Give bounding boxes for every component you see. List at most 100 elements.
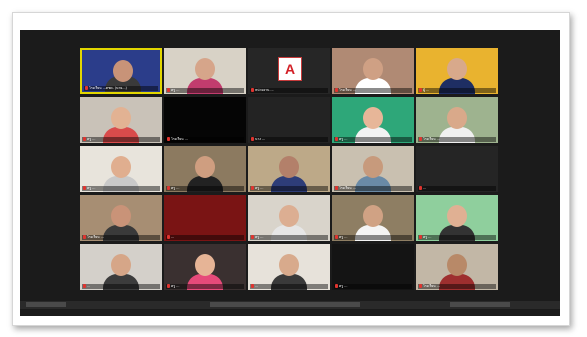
participant-tile[interactable]: โรงเรียน ... <box>332 48 414 94</box>
participant-name-label: ผู้ ... <box>418 88 496 93</box>
participant-name-label: ... <box>82 284 160 289</box>
participant-name: โรงเรียน ... <box>171 137 188 141</box>
participant-tile[interactable]: ครู ... <box>164 146 246 192</box>
gallery-view-grid: โรงเรียน ...ตชด. (นาย...) ครู ... A หน่วยงา… <box>80 48 501 291</box>
organization-logo: A <box>278 57 302 81</box>
participant-video-face <box>279 205 299 227</box>
participant-tile[interactable]: ... <box>416 146 498 192</box>
muted-mic-icon <box>335 284 338 288</box>
participant-video-face <box>111 107 131 129</box>
participant-tile[interactable]: A หน่วยงาน ... <box>248 48 330 94</box>
participant-name: ครู ... <box>339 284 348 288</box>
taskbar <box>20 301 560 309</box>
participant-video-face <box>363 205 383 227</box>
participant-video-face <box>363 107 383 129</box>
participant-name-label: โรงเรียน ... <box>82 235 160 240</box>
participant-tile[interactable]: ... <box>164 195 246 241</box>
participant-name: โรงเรียน ... <box>339 186 356 190</box>
participant-tile[interactable]: ... <box>248 244 330 290</box>
participant-name: นาง ... <box>255 137 266 141</box>
participant-video-face <box>195 254 215 276</box>
participant-video-face <box>111 156 131 178</box>
video-conference-window: โรงเรียน ...ตชด. (นาย...) ครู ... A หน่วยงา… <box>20 30 560 316</box>
participant-name: ครู ... <box>87 186 96 190</box>
participant-tile[interactable]: ครู ... <box>332 97 414 143</box>
participant-name: โรงเรียน ...ตชด. (นาย...) <box>89 86 127 90</box>
participant-video-face <box>363 156 383 178</box>
participant-name: ครู ... <box>255 235 264 239</box>
participant-name-label: หน่วยงาน ... <box>250 88 328 93</box>
participant-tile[interactable]: ครู ... <box>80 97 162 143</box>
participant-tile[interactable]: นาง ... <box>248 97 330 143</box>
participant-name: หน่วยงาน ... <box>255 88 274 92</box>
participant-name-label: ครู ... <box>418 235 496 240</box>
participant-name: ครู ... <box>339 235 348 239</box>
participant-name-label: โรงเรียน ... <box>334 88 412 93</box>
muted-mic-icon <box>251 137 254 141</box>
participant-name-label: โรงเรียน ...ตชด. (นาย...) <box>84 86 158 91</box>
participant-name-label: ครู ... <box>334 284 412 289</box>
participant-tile[interactable]: โรงเรียน ... <box>164 97 246 143</box>
participant-name: ผู้ ... <box>423 88 430 92</box>
participant-tile[interactable]: โรงเรียน ... <box>332 146 414 192</box>
muted-mic-icon <box>335 186 338 190</box>
participant-tile[interactable]: ครู ... <box>416 195 498 241</box>
muted-mic-icon <box>167 186 170 190</box>
participant-tile[interactable]: ครู ... <box>164 244 246 290</box>
participant-tile[interactable]: ครู ... <box>332 195 414 241</box>
participant-tile[interactable]: โรงเรียน ... <box>416 244 498 290</box>
participant-video-face <box>279 254 299 276</box>
taskbar-item[interactable] <box>450 302 510 307</box>
muted-mic-icon <box>251 186 254 190</box>
participant-tile[interactable]: โรงเรียน ... <box>416 97 498 143</box>
participant-name-label: ครู ... <box>82 186 160 191</box>
participant-video-face <box>447 107 467 129</box>
participant-tile[interactable]: ครู ... <box>248 195 330 241</box>
participant-tile[interactable]: ครู ... <box>80 146 162 192</box>
participant-name-label: โรงเรียน ... <box>166 137 244 142</box>
participant-name-label: ครู ... <box>166 88 244 93</box>
participant-name-label: ... <box>250 284 328 289</box>
participant-video-face <box>447 254 467 276</box>
participant-name-label: ครู ... <box>82 137 160 142</box>
participant-name-label: นาง ... <box>250 137 328 142</box>
muted-mic-icon <box>419 137 422 141</box>
participant-video-face <box>113 60 133 82</box>
participant-video-face <box>447 58 467 80</box>
muted-mic-icon <box>83 235 86 239</box>
participant-name-label: ครู ... <box>250 186 328 191</box>
participant-tile[interactable]: โรงเรียน ...ตชด. (นาย...) <box>80 48 162 94</box>
participant-name-label: โรงเรียน ... <box>418 284 496 289</box>
participant-video-face <box>279 156 299 178</box>
muted-mic-icon <box>251 235 254 239</box>
muted-mic-icon <box>167 137 170 141</box>
muted-mic-icon <box>419 235 422 239</box>
participant-name: ครู ... <box>87 137 96 141</box>
participant-tile[interactable]: ครู ... <box>164 48 246 94</box>
muted-mic-icon <box>419 186 422 190</box>
participant-name: ... <box>87 284 91 288</box>
participant-tile[interactable]: ... <box>80 244 162 290</box>
participant-name: ... <box>171 235 175 239</box>
participant-name: ครู ... <box>339 137 348 141</box>
participant-video-face <box>195 58 215 80</box>
participant-tile[interactable]: ผู้ ... <box>416 48 498 94</box>
participant-name-label: ... <box>418 186 496 191</box>
participant-video-face <box>111 205 131 227</box>
muted-mic-icon <box>83 284 86 288</box>
participant-name: ... <box>423 186 427 190</box>
participant-video-face <box>111 254 131 276</box>
taskbar-item[interactable] <box>26 302 66 307</box>
participant-video-face <box>447 205 467 227</box>
participant-name: โรงเรียน ... <box>87 235 104 239</box>
participant-tile[interactable]: ครู ... <box>248 146 330 192</box>
taskbar-item[interactable] <box>210 302 360 307</box>
participant-tile[interactable]: โรงเรียน ... <box>80 195 162 241</box>
participant-name-label: ครู ... <box>334 137 412 142</box>
participant-name-label: ครู ... <box>166 186 244 191</box>
participant-tile[interactable]: ครู ... <box>332 244 414 290</box>
muted-mic-icon <box>251 88 254 92</box>
participant-name: โรงเรียน ... <box>423 137 440 141</box>
participant-name: ครู ... <box>171 88 180 92</box>
participant-name: ... <box>255 284 259 288</box>
